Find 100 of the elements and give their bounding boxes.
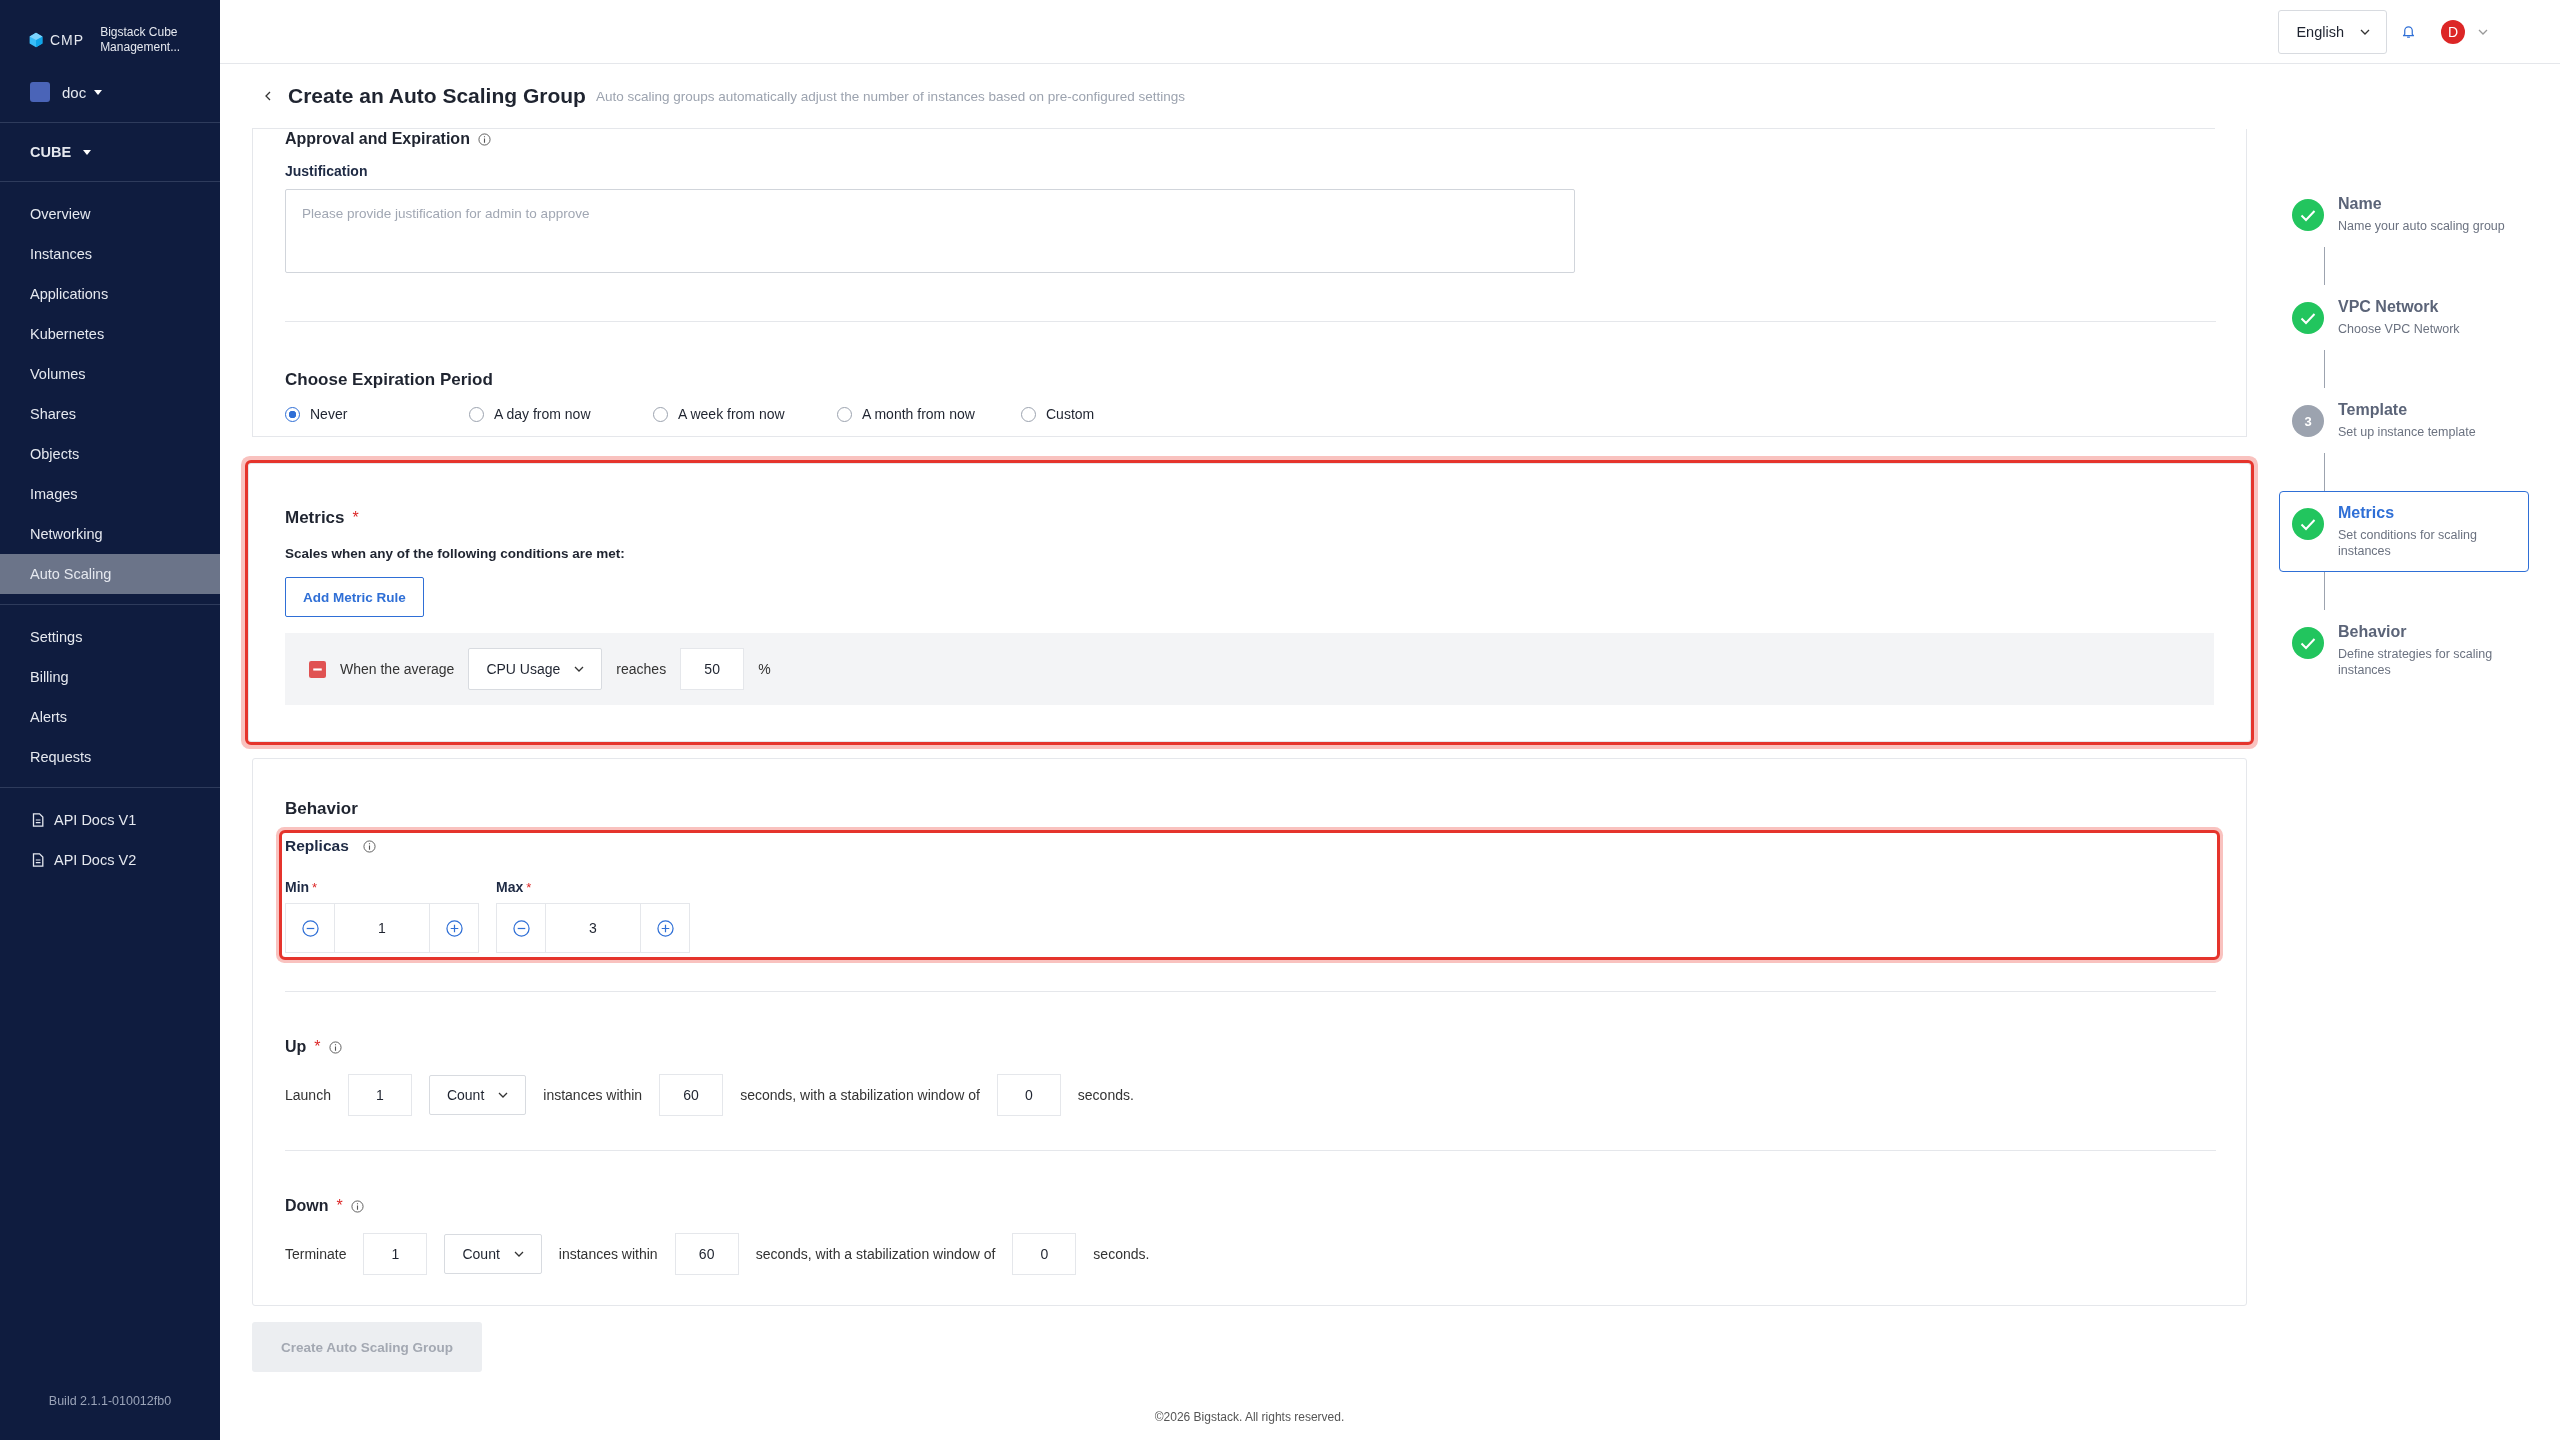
copyright-text: ©2026 Bigstack. All rights reserved. bbox=[1153, 1410, 1346, 1426]
plus-circle-icon bbox=[445, 919, 463, 937]
number-field[interactable]: 0 bbox=[996, 1074, 1061, 1116]
number-field[interactable]: 1 bbox=[363, 1233, 428, 1275]
minus-circle-icon bbox=[512, 919, 530, 937]
rule-text: reaches bbox=[616, 661, 667, 677]
chevron-down-icon[interactable] bbox=[2478, 28, 2488, 35]
required-mark: * bbox=[314, 1038, 321, 1056]
unit-label: % bbox=[758, 661, 771, 677]
justification-field[interactable]: Please provide justification for admin to approve bbox=[285, 189, 1575, 273]
nav-item[interactable]: Instances bbox=[0, 234, 220, 274]
radio-button[interactable] bbox=[285, 406, 300, 422]
document-icon bbox=[32, 813, 44, 827]
page-title: Create an Auto Scaling Group bbox=[288, 84, 586, 108]
check-circle-icon bbox=[2292, 199, 2324, 231]
policy-text: seconds, with a stabilization window of bbox=[755, 1246, 996, 1262]
required-mark: * bbox=[336, 1197, 343, 1215]
plus-circle-icon bbox=[656, 919, 674, 937]
number-field[interactable]: 60 bbox=[674, 1233, 739, 1275]
metrics-description: Scales when any of the following conditions are met: bbox=[285, 546, 626, 561]
nav-item[interactable]: Auto Scaling bbox=[0, 554, 220, 594]
radio-option[interactable]: A day from now bbox=[469, 406, 653, 422]
policy-text: seconds. bbox=[1077, 1087, 1134, 1103]
number-field[interactable]: 0 bbox=[1012, 1233, 1077, 1275]
section-heading: Behavior bbox=[285, 799, 359, 819]
info-icon[interactable] bbox=[350, 1199, 364, 1213]
wizard-step[interactable]: Behavior Define strategies for scaling instances bbox=[2279, 610, 2529, 691]
region-selector[interactable]: CUBE bbox=[0, 123, 220, 181]
nav-item[interactable]: Settings bbox=[0, 617, 220, 657]
info-icon[interactable] bbox=[477, 132, 491, 146]
project-selector[interactable]: doc bbox=[0, 62, 220, 122]
step-description: Set conditions for scaling instances bbox=[2338, 527, 2478, 559]
info-icon[interactable] bbox=[328, 1040, 342, 1054]
page-subtitle: Auto scaling groups automatically adjust the number of instances based on pre-configured settings bbox=[595, 88, 1186, 104]
nav-item[interactable]: Alerts bbox=[0, 697, 220, 737]
nav-item[interactable]: Shares bbox=[0, 394, 220, 434]
field-label: Max bbox=[496, 879, 524, 895]
number-field[interactable]: 1 bbox=[347, 1074, 412, 1116]
section-heading: Choose Expiration Period bbox=[285, 370, 494, 390]
user-avatar[interactable]: D bbox=[2441, 19, 2465, 44]
chevron-down-icon bbox=[2360, 28, 2370, 35]
nav-item[interactable]: Networking bbox=[0, 514, 220, 554]
metric-select[interactable]: CPU Usage bbox=[468, 648, 603, 690]
field-label: Justification bbox=[285, 163, 369, 179]
radio-option[interactable]: Never bbox=[285, 406, 469, 422]
policy-text: Launch bbox=[285, 1087, 331, 1103]
caret-icon bbox=[83, 149, 92, 155]
radio-option[interactable]: A month from now bbox=[837, 406, 1021, 422]
minus-circle-icon bbox=[301, 919, 319, 937]
check-circle-icon bbox=[2292, 627, 2324, 659]
nav-item[interactable]: Kubernetes bbox=[0, 314, 220, 354]
unit-select[interactable]: Count bbox=[428, 1075, 527, 1115]
cube-logo-icon bbox=[28, 32, 44, 48]
wizard-step[interactable]: VPC Network Choose VPC Network bbox=[2279, 285, 2529, 350]
caret-icon bbox=[94, 89, 103, 95]
nav-item[interactable]: Applications bbox=[0, 274, 220, 314]
remove-icon[interactable] bbox=[309, 660, 326, 678]
radio-option[interactable]: A week from now bbox=[653, 406, 837, 422]
nav-item[interactable]: Volumes bbox=[0, 354, 220, 394]
chevron-down-icon bbox=[574, 666, 585, 672]
nav-item[interactable]: Overview bbox=[0, 194, 220, 234]
step-title: Metrics bbox=[2338, 504, 2396, 522]
rule-text: When the average bbox=[340, 661, 455, 677]
info-icon[interactable] bbox=[362, 839, 376, 853]
step-title: Behavior bbox=[2338, 623, 2408, 641]
add-metric-rule-button[interactable]: Add Metric Rule bbox=[285, 577, 424, 617]
threshold-field[interactable]: 50 bbox=[680, 648, 745, 690]
brand-name: CMP bbox=[50, 32, 85, 48]
product-name: Bigstack Cube Management... bbox=[100, 25, 182, 55]
step-title: Template bbox=[2338, 401, 2409, 419]
check-circle-icon bbox=[2292, 508, 2324, 540]
bell-icon[interactable] bbox=[2401, 24, 2416, 39]
wizard-step[interactable]: Metrics Set conditions for scaling instances bbox=[2279, 491, 2529, 572]
section-heading: Metrics bbox=[285, 508, 345, 528]
unit-select[interactable]: Count bbox=[444, 1234, 542, 1274]
nav-item[interactable]: Billing bbox=[0, 657, 220, 697]
chevron-down-icon bbox=[513, 1251, 524, 1257]
policy-text: instances within bbox=[543, 1087, 643, 1103]
wizard-step[interactable]: Name Name your auto scaling group bbox=[2279, 182, 2529, 247]
field-label: Min bbox=[285, 879, 310, 895]
chevron-down-icon bbox=[498, 1092, 509, 1098]
doc-link[interactable]: API Docs V1 bbox=[0, 800, 220, 840]
policy-text: seconds. bbox=[1093, 1246, 1150, 1262]
step-description: Choose VPC Network bbox=[2338, 321, 2460, 337]
nav-item[interactable]: Requests bbox=[0, 737, 220, 777]
nav-item[interactable]: Images bbox=[0, 474, 220, 514]
build-version: Build 2.1.1-010012fb0 bbox=[47, 1394, 173, 1410]
radio-option[interactable]: Custom bbox=[1021, 406, 1205, 422]
required-mark: * bbox=[312, 879, 318, 895]
wizard-step[interactable]: 3 Template Set up instance template bbox=[2279, 388, 2529, 453]
document-icon bbox=[32, 853, 44, 867]
nav-item[interactable]: Objects bbox=[0, 434, 220, 474]
number-field[interactable]: 60 bbox=[659, 1074, 724, 1116]
policy-heading: Down bbox=[285, 1197, 329, 1215]
check-circle-icon bbox=[2292, 302, 2324, 334]
section-heading: Approval and Expiration bbox=[285, 129, 470, 149]
doc-link[interactable]: API Docs V2 bbox=[0, 840, 220, 880]
back-icon[interactable] bbox=[265, 91, 271, 101]
step-description: Define strategies for scaling instances bbox=[2338, 646, 2494, 678]
language-select[interactable]: English bbox=[2278, 9, 2387, 54]
